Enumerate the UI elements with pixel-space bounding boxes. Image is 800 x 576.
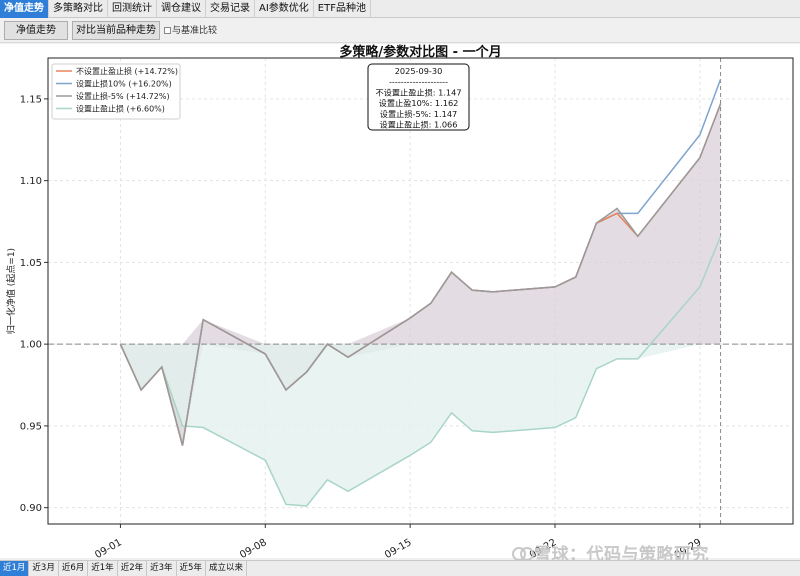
main-tab-bar: 净值走势 多策略对比 回测统计 调仓建议 交易记录 AI参数优化 ETF品种池: [0, 0, 800, 18]
range-2y-button[interactable]: 近2年: [118, 561, 148, 576]
annotation-separator: --------------------: [389, 77, 448, 87]
nav-trend-button[interactable]: 净值走势: [4, 21, 68, 40]
benchmark-checkbox-label: 与基准比较: [172, 26, 218, 36]
range-inception-button[interactable]: 成立以来: [206, 561, 247, 576]
legend-label: 设置止损-5% (+14.72%): [76, 91, 170, 101]
chart-legend: 不设置止盈止损 (+14.72%) 设置止损10% (+16.20%) 设置止损-5…: [51, 63, 181, 120]
range-3m-button[interactable]: 近3月: [29, 561, 59, 576]
y-axis-label: 归一化净值 (起点=1): [5, 248, 17, 334]
tab-etf-pool[interactable]: ETF品种池: [314, 0, 371, 18]
annotation-value: 设置止盈止损: 1.066: [380, 120, 458, 130]
range-selector: 近1月 近3月 近6月 近1年 近2年 近3年 近5年 成立以来: [0, 560, 800, 576]
chart-panel: 多策略/参数对比图 - 一个月 0.90 0.95 1.00 1.05 1.10 1.15 0…: [0, 44, 800, 558]
y-tick-label: 1.00: [20, 340, 42, 351]
benchmark-checkbox[interactable]: 与基准比较: [164, 23, 217, 39]
range-1y-button[interactable]: 近1年: [88, 561, 118, 576]
y-tick-label: 0.90: [20, 503, 42, 514]
range-6m-button[interactable]: 近6月: [59, 561, 89, 576]
y-tick-label: 1.10: [20, 176, 42, 187]
compare-current-button[interactable]: 对比当前品种走势: [72, 21, 160, 40]
range-5y-button[interactable]: 近5年: [177, 561, 206, 576]
legend-label: 设置止损10% (+16.20%): [76, 79, 172, 89]
nav-comparison-chart: 多策略/参数对比图 - 一个月0.900.951.001.051.101.150…: [5, 44, 794, 558]
tab-rebalance-advice[interactable]: 调仓建议: [157, 0, 206, 18]
y-tick-label: 0.95: [20, 421, 42, 432]
tab-multi-strategy[interactable]: 多策略对比: [49, 0, 108, 18]
checkbox-box[interactable]: [164, 27, 171, 34]
value-annotation: 2025-09-30--------------------不设置止盈止损: 1…: [367, 63, 470, 131]
annotation-value: 设置止损-5%: 1.147: [380, 109, 458, 119]
y-tick-label: 1.05: [20, 258, 42, 269]
x-tick-label: 09-15: [383, 537, 414, 558]
app-window: 净值走势 多策略对比 回测统计 调仓建议 交易记录 AI参数优化 ETF品种池 …: [0, 0, 800, 576]
annotation-value: 设置止盈10%: 1.162: [379, 98, 459, 108]
chart-toolbar: 净值走势 对比当前品种走势 与基准比较: [0, 19, 800, 43]
tab-trade-records[interactable]: 交易记录: [206, 0, 255, 18]
range-1m-button[interactable]: 近1月: [0, 561, 30, 576]
annotation-value: 不设置止盈止损: 1.147: [375, 87, 461, 97]
tab-ai-param-opt[interactable]: AI参数优化: [255, 0, 314, 18]
range-3y-button[interactable]: 近3年: [147, 561, 177, 576]
legend-label: 不设置止盈止损 (+14.72%): [76, 66, 178, 76]
legend-label: 设置止盈止损 (+6.60%): [76, 104, 165, 114]
tab-backtest-stats[interactable]: 回测统计: [108, 0, 157, 18]
x-tick-label: 09-08: [238, 537, 269, 558]
tab-nav-trend[interactable]: 净值走势: [0, 0, 49, 18]
annotation-date: 2025-09-30: [395, 66, 443, 76]
x-tick-label: 09-01: [93, 537, 124, 558]
y-tick-label: 1.15: [20, 94, 42, 105]
